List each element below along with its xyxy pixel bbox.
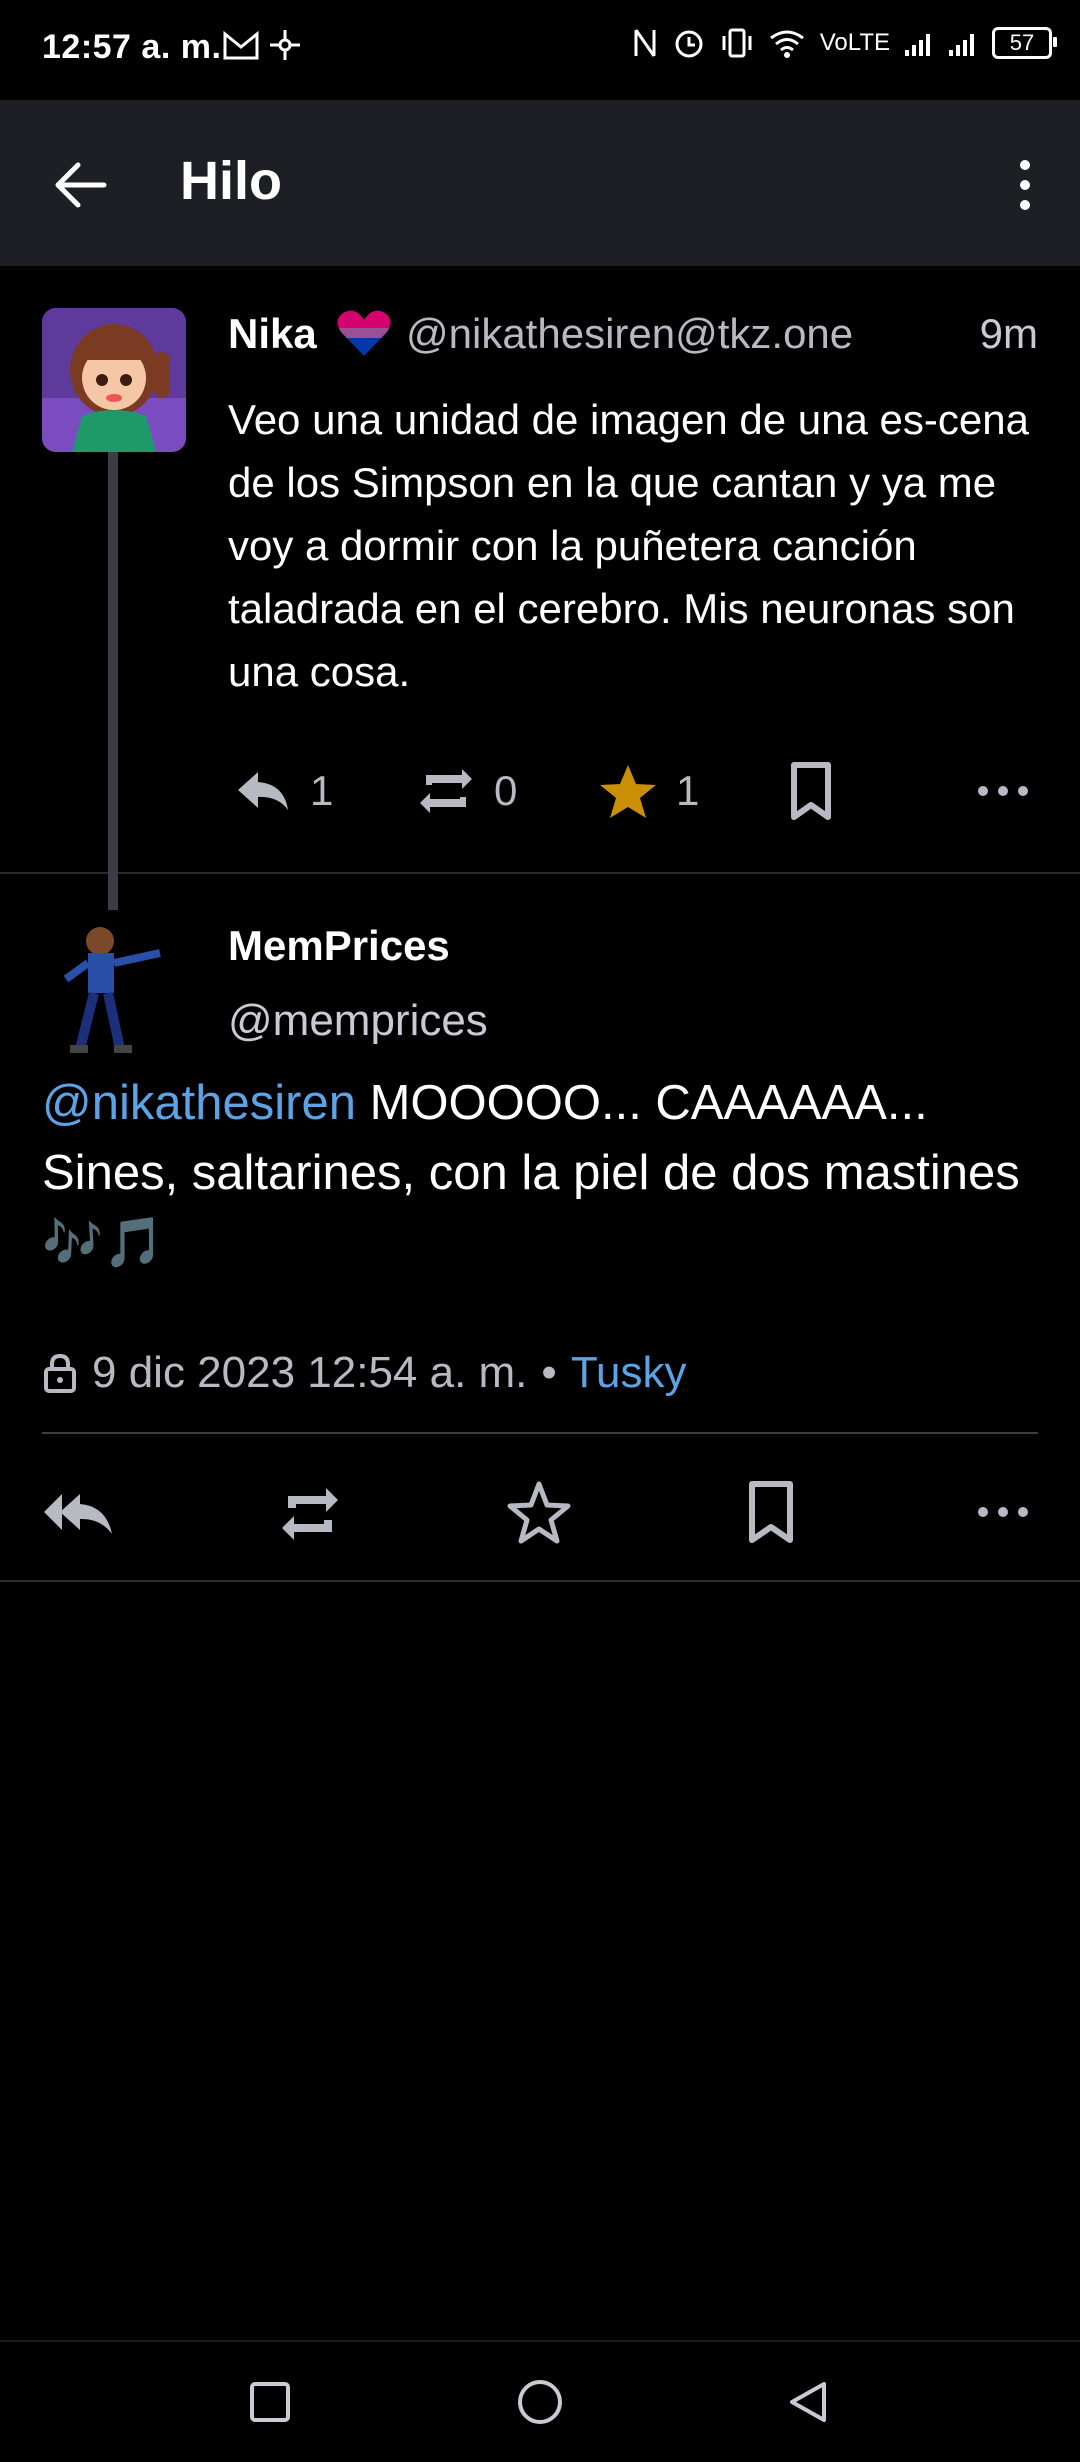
display-name[interactable]: Nika <box>228 310 317 358</box>
status-content: Veo una unidad de imagen de una es-cena … <box>228 396 1029 695</box>
divider <box>42 1432 1038 1434</box>
boost-icon <box>420 769 472 813</box>
pinwheel-icon <box>270 30 300 60</box>
account-handle[interactable]: @nikathesiren@tkz.one <box>406 310 853 358</box>
boost-count: 0 <box>494 767 518 814</box>
network-label: VoLTE <box>819 29 890 56</box>
signal-icon-2 <box>949 34 974 56</box>
avatar-illustration <box>63 927 161 1053</box>
back-icon[interactable] <box>784 2378 832 2426</box>
avatar[interactable] <box>42 308 186 452</box>
system-navigation-bar <box>0 2340 1080 2462</box>
relative-time: 9m <box>979 310 1038 357</box>
meta-separator: • <box>541 1348 557 1397</box>
parent-status[interactable]: Nika @nikathesiren@tkz.one 9m Veo una un… <box>0 266 1080 910</box>
bookmark-button[interactable] <box>788 756 834 826</box>
detailed-status: MemPrices @memprices @nikathesiren MOOOO… <box>0 874 1080 1582</box>
vibrate-icon <box>722 28 752 58</box>
avatar-illustration <box>42 308 186 452</box>
gmail-icon <box>223 30 259 60</box>
status-actions <box>0 1478 1080 1548</box>
mention-link[interactable]: @nikathesiren <box>42 1076 356 1130</box>
overflow-menu-icon[interactable] <box>1000 155 1050 215</box>
nfc-icon <box>634 29 656 57</box>
reply-button[interactable]: 1 <box>234 756 333 826</box>
client-app-link[interactable]: Tusky <box>571 1348 687 1398</box>
status-content: @nikathesiren MOOOOO... CAAAAAA... Sines… <box>42 1068 1042 1278</box>
status-bar: 12:57 a. m. VoLTE 57 <box>0 0 1080 100</box>
boost-icon[interactable] <box>278 1484 342 1544</box>
lock-icon <box>44 1353 76 1393</box>
recents-icon[interactable] <box>248 2380 292 2424</box>
more-dots-icon <box>978 786 1028 796</box>
status-meta: 9 dic 2023 12:54 a. m. • Tusky <box>42 1348 687 1398</box>
star-outline-icon[interactable] <box>506 1480 572 1544</box>
wifi-icon <box>769 30 804 58</box>
favourite-button[interactable]: 1 <box>598 756 699 826</box>
bi-flag-heart-icon <box>337 310 391 357</box>
page-title: Hilo <box>180 151 282 211</box>
app-bar: Hilo <box>0 100 1080 266</box>
more-dots-icon[interactable] <box>976 1502 1030 1522</box>
avatar[interactable] <box>60 919 170 1063</box>
account-handle[interactable]: @memprices <box>228 996 488 1046</box>
status-date: 9 dic 2023 12:54 a. m. <box>92 1348 528 1397</box>
thread-line <box>108 452 118 910</box>
reply-all-icon[interactable] <box>42 1488 114 1538</box>
status-time: 12:57 a. m. <box>42 28 222 66</box>
battery-indicator: 57 <box>992 27 1057 59</box>
signal-icon <box>905 34 930 56</box>
star-filled-icon <box>600 765 656 818</box>
display-name[interactable]: MemPrices <box>228 922 450 970</box>
favourite-count: 1 <box>676 767 700 814</box>
reply-icon <box>238 772 288 810</box>
alarm-icon <box>675 30 703 58</box>
more-button[interactable] <box>976 756 1030 826</box>
back-arrow-icon[interactable] <box>50 155 110 215</box>
boost-button[interactable]: 0 <box>416 756 517 826</box>
home-icon[interactable] <box>516 2378 564 2426</box>
reply-count: 1 <box>310 767 334 814</box>
bookmark-icon[interactable] <box>746 1480 796 1544</box>
bookmark-icon <box>791 762 831 820</box>
status-actions: 1 0 1 <box>228 756 1048 826</box>
